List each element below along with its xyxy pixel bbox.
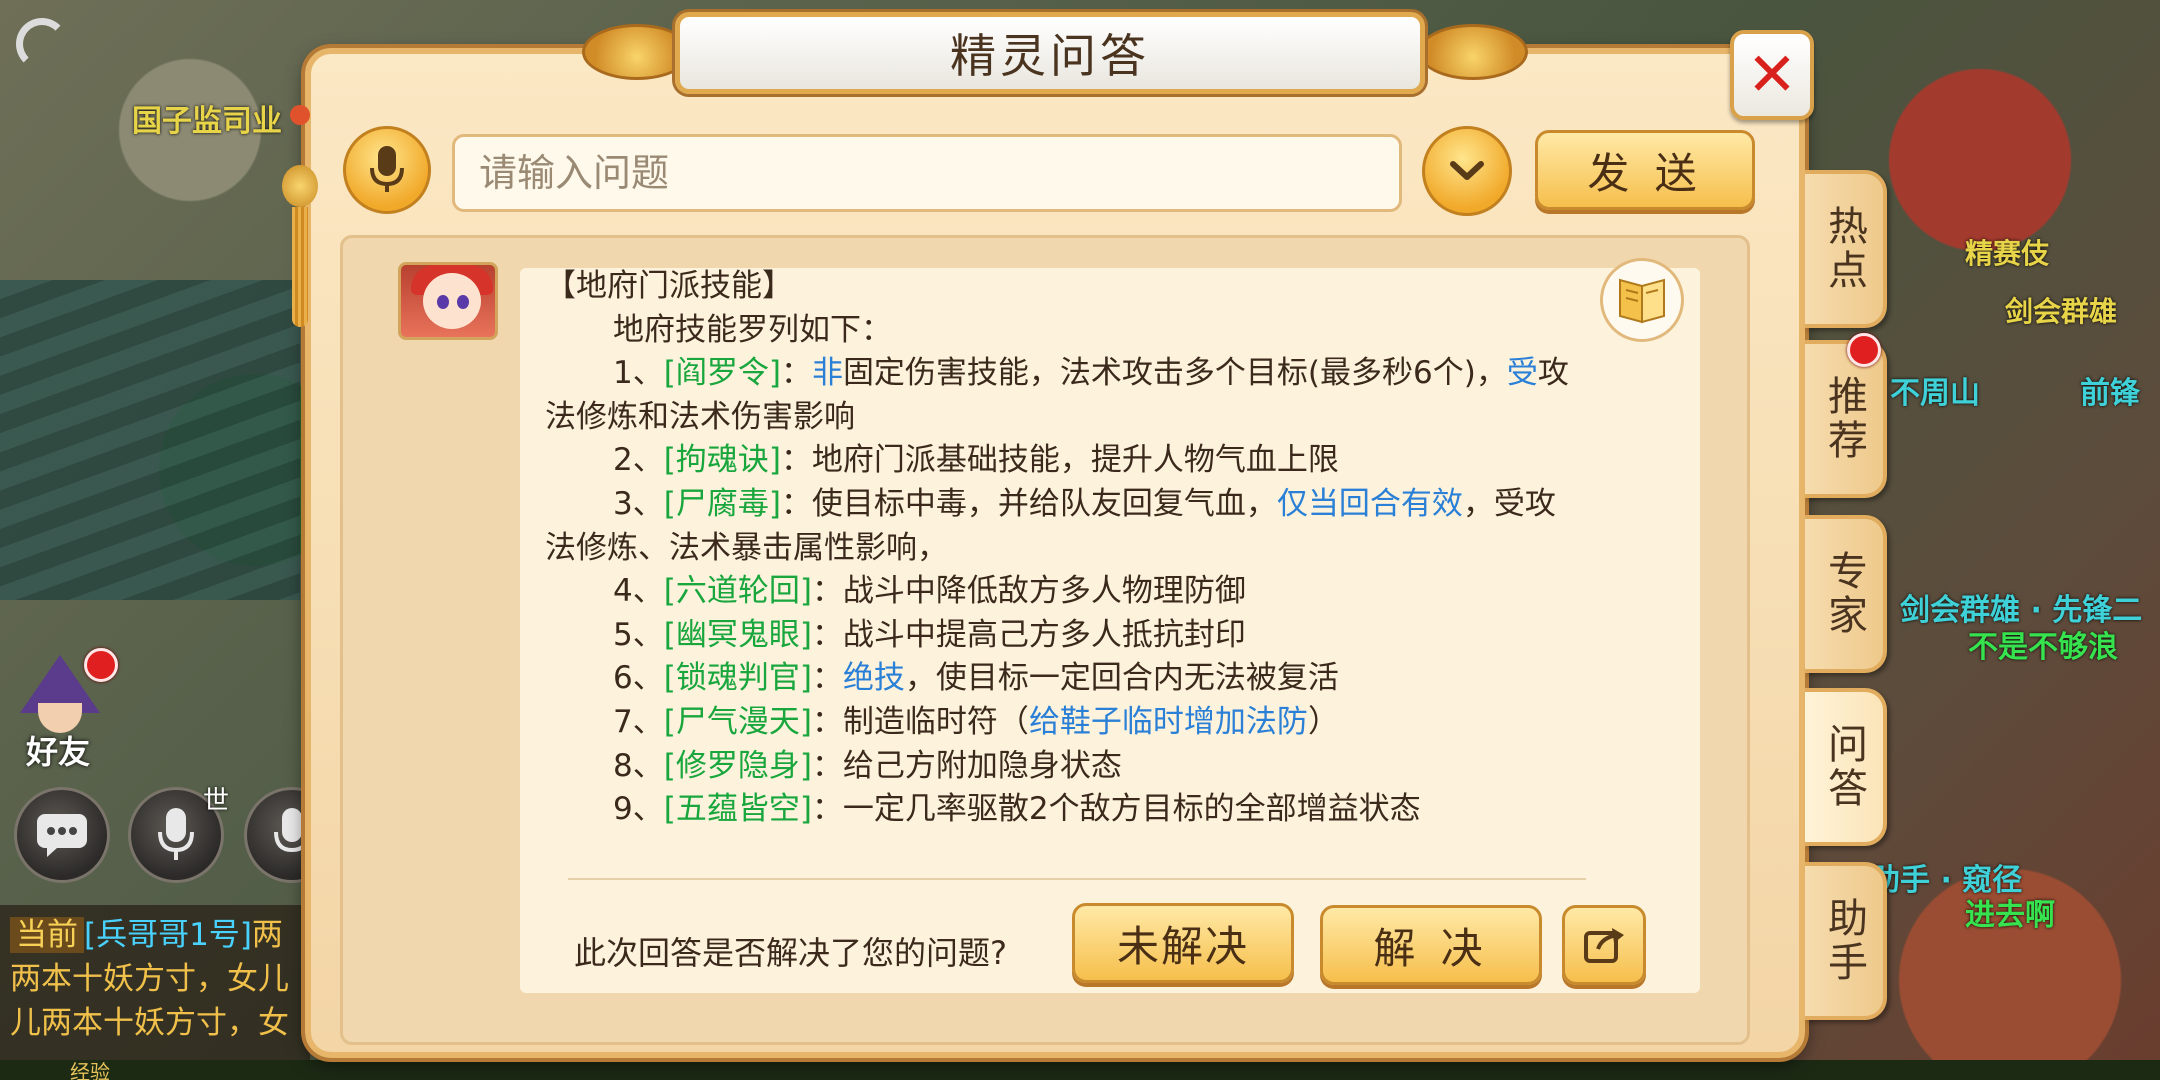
world-channel-tag: 世 xyxy=(202,786,229,816)
highlight-link[interactable]: 给鞋子临时增加法防 xyxy=(1029,704,1308,740)
experience-bar xyxy=(0,1060,2160,1080)
roof-tiles-decoration xyxy=(0,280,300,600)
skill-item-3-wrap: 法修炼、法术暴击属性影响， xyxy=(545,529,948,566)
skill-link[interactable]: [阎罗令] xyxy=(664,355,781,391)
chat-panel[interactable]: 当前 [兵哥哥1号]两 两本十妖方寸，女儿 儿两本十妖方寸，女 xyxy=(0,905,310,1065)
tab-recommended[interactable]: 推荐 xyxy=(1805,340,1887,498)
divider xyxy=(568,878,1586,880)
microphone-icon xyxy=(370,146,404,192)
title-ornament-right xyxy=(1418,24,1528,80)
tab-label: 热点 xyxy=(1821,205,1867,293)
skill-item-8: 8、[修罗隐身]：给己方附加隐身状态 xyxy=(613,747,1122,784)
microphone-icon xyxy=(158,808,194,860)
tab-label: 助手 xyxy=(1821,897,1867,985)
player-name-label[interactable]: 进去啊 xyxy=(1965,890,2055,934)
npc-name-label[interactable]: 国子监司业 xyxy=(132,96,282,140)
share-button[interactable] xyxy=(1562,905,1646,985)
chevron-down-icon xyxy=(1450,161,1484,180)
close-icon: ✕ xyxy=(1746,40,1798,110)
chat-channel-tag: 当前 xyxy=(10,917,84,953)
answer-text: 【地府门派技能】 地府技能罗列如下： 1、[阎罗令]：非固定伤害技能，法术攻击多… xyxy=(545,265,1665,832)
skill-link[interactable]: [尸腐毒] xyxy=(664,486,781,522)
skill-item-9: 9、[五蕴皆空]：一定几率驱散2个敌方目标的全部增益状态 xyxy=(613,791,1421,828)
friends-label: 好友 xyxy=(26,733,91,771)
player-name-label[interactable]: 不周山 xyxy=(1890,368,1980,412)
tab-hot-topics[interactable]: 热点 xyxy=(1805,170,1887,328)
chat-sender-name[interactable]: [兵哥哥1号] xyxy=(84,917,252,953)
close-button[interactable]: ✕ xyxy=(1730,30,1814,120)
skill-item-2: 2、[拘魂诀]：地府门派基础技能，提升人物气血上限 xyxy=(613,442,1339,479)
experience-label: 经验 xyxy=(70,1060,110,1080)
highlight-link[interactable]: 仅当回合有效 xyxy=(1277,486,1463,522)
highlight-link[interactable]: 非 xyxy=(812,355,843,391)
player-name-label[interactable]: 前锋 xyxy=(2080,368,2140,412)
solved-button[interactable]: 解 决 xyxy=(1320,905,1542,985)
chat-line: 两本十妖方寸，女儿 xyxy=(10,961,289,997)
answer-heading: 【地府门派技能】 xyxy=(545,268,793,304)
dialog-title-plate: 精灵问答 xyxy=(675,12,1425,94)
skill-link[interactable]: [锁魂判官] xyxy=(664,660,812,696)
feedback-question: 此次回答是否解决了您的问题? xyxy=(574,934,1007,972)
skill-link[interactable]: [拘魂诀] xyxy=(664,442,781,478)
player-title-label: 剑会群雄 xyxy=(2005,295,2118,328)
tab-qa[interactable]: 问答 xyxy=(1805,688,1887,846)
skill-item-4: 4、[六道轮回]：战斗中降低敌方多人物理防御 xyxy=(613,573,1246,610)
unsolved-button[interactable]: 未解决 xyxy=(1072,903,1294,983)
chat-line: 儿两本十妖方寸，女 xyxy=(10,1005,289,1041)
skill-item-1: 1、[阎罗令]：非固定伤害技能，法术攻击多个目标(最多秒6个)，受攻 xyxy=(613,355,1569,392)
tab-label: 推荐 xyxy=(1821,375,1867,463)
tab-label: 问答 xyxy=(1821,723,1867,811)
skill-item-3: 3、[尸腐毒]：使目标中毒，并给队友回复气血，仅当回合有效，受攻 xyxy=(613,485,1556,522)
chat-button[interactable] xyxy=(14,787,110,883)
notification-dot xyxy=(84,648,118,682)
skill-item-1-wrap: 法修炼和法术伤害影响 xyxy=(545,398,855,435)
history-dropdown-button[interactable] xyxy=(1422,126,1512,216)
answer-intro: 地府技能罗列如下： xyxy=(613,311,892,348)
tab-expert[interactable]: 专家 xyxy=(1805,515,1887,673)
voice-input-button[interactable] xyxy=(343,126,431,214)
skill-link[interactable]: [五蕴皆空] xyxy=(664,791,812,827)
skill-link[interactable]: [幽冥鬼眼] xyxy=(664,617,812,653)
skill-link[interactable]: [六道轮回] xyxy=(664,573,812,609)
skill-link[interactable]: [尸气漫天] xyxy=(664,704,812,740)
skill-item-7: 7、[尸气漫天]：制造临时符（给鞋子临时增加法防） xyxy=(613,703,1339,740)
highlight-link[interactable]: 绝技 xyxy=(843,660,905,696)
dialog-title: 精灵问答 xyxy=(950,29,1150,83)
question-input[interactable] xyxy=(452,134,1402,212)
player-name-label[interactable]: 不是不够浪 xyxy=(1968,622,2118,666)
chat-message-text: 两 xyxy=(251,917,283,953)
assistant-avatar xyxy=(398,262,498,340)
skill-item-5: 5、[幽冥鬼眼]：战斗中提高己方多人抵抗封印 xyxy=(613,616,1246,653)
notification-dot xyxy=(1847,333,1881,367)
tab-label: 专家 xyxy=(1821,550,1867,638)
loading-arc-icon xyxy=(16,18,68,70)
world-voice-button[interactable]: 世 xyxy=(128,786,229,883)
chat-bubble-icon xyxy=(37,814,87,857)
skill-link[interactable]: [修罗隐身] xyxy=(664,748,812,784)
player-title-label: 精赛伎 xyxy=(1965,237,2050,270)
tassel-decoration xyxy=(282,105,318,330)
share-icon xyxy=(1584,928,1624,963)
tab-assistant[interactable]: 助手 xyxy=(1805,862,1887,1020)
send-button[interactable]: 发 送 xyxy=(1535,130,1755,210)
chat-line: 当前 [兵哥哥1号]两 xyxy=(10,913,300,957)
skill-item-6: 6、[锁魂判官]：绝技，使目标一定回合内无法被复活 xyxy=(613,660,1339,697)
highlight-link[interactable]: 受 xyxy=(1507,355,1538,391)
